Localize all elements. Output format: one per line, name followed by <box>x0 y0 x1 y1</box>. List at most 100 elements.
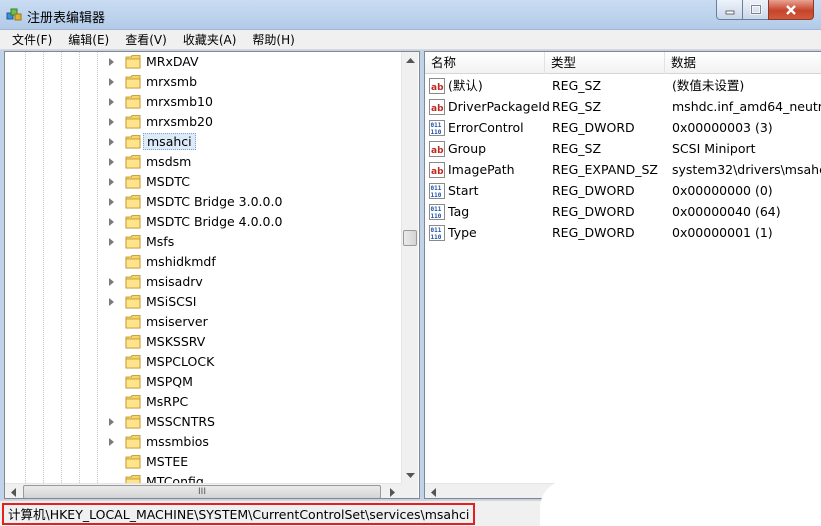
expand-arrow-icon[interactable] <box>109 278 114 286</box>
column-header-type[interactable]: 类型 <box>545 52 665 74</box>
tree-item[interactable]: MSTEE <box>5 452 401 472</box>
tree-item[interactable]: MRxDAV <box>5 52 401 72</box>
tree-item[interactable]: MSKSSRV <box>5 332 401 352</box>
expand-arrow-icon[interactable] <box>109 98 114 106</box>
value-row[interactable]: ab (默认) REG_SZ (数值未设置) <box>425 76 821 97</box>
menu-file[interactable]: 文件(F) <box>4 31 60 48</box>
minimize-button[interactable] <box>716 0 743 20</box>
value-data: 0x00000001 (1) <box>672 225 773 240</box>
tree-vertical-scrollbar[interactable] <box>401 52 418 484</box>
minimize-icon <box>725 10 734 14</box>
tree-item[interactable]: msisadrv <box>5 272 401 292</box>
binary-value-icon: 011 110 <box>429 183 445 199</box>
tree-scroll-thumb[interactable] <box>403 230 417 246</box>
expand-arrow-icon[interactable] <box>109 438 114 446</box>
tree-item[interactable]: mshidkmdf <box>5 252 401 272</box>
column-header-name[interactable]: 名称 <box>425 52 545 74</box>
folder-icon <box>125 334 141 349</box>
value-type: REG_SZ <box>552 99 602 114</box>
expand-arrow-icon[interactable] <box>109 58 114 66</box>
tree-item[interactable]: Msfs <box>5 232 401 252</box>
tree-item[interactable]: MSDTC <box>5 172 401 192</box>
value-row[interactable]: ab DriverPackageId REG_SZ mshdc.inf_amd64_n… <box>425 97 821 118</box>
menu-help[interactable]: 帮助(H) <box>244 31 302 48</box>
value-row[interactable]: 011 110 ErrorControl REG_DWORD 0x00000003 (3… <box>425 118 821 139</box>
tree-item[interactable]: MSSCNTRS <box>5 412 401 432</box>
svg-text:011: 011 <box>431 227 442 234</box>
tree-item[interactable]: mssmbios <box>5 432 401 452</box>
scrollbar-corner <box>401 483 418 498</box>
tree-item[interactable]: mrxsmb20 <box>5 112 401 132</box>
tree-item[interactable]: MSDTC Bridge 4.0.0.0 <box>5 212 401 232</box>
value-type: REG_EXPAND_SZ <box>552 162 658 177</box>
value-name: (默认) <box>448 78 483 93</box>
value-row[interactable]: 011 110 Tag REG_DWORD 0x00000040 (64) <box>425 202 821 223</box>
expand-arrow-icon[interactable] <box>109 418 114 426</box>
tree-item[interactable]: MSPQM <box>5 372 401 392</box>
value-type: REG_DWORD <box>552 120 635 135</box>
scroll-down-button[interactable] <box>402 467 419 484</box>
scroll-left-arrow-icon <box>430 488 436 497</box>
tree-item[interactable]: msahci <box>5 132 401 152</box>
close-button[interactable] <box>768 0 814 20</box>
tree-item[interactable]: mrxsmb10 <box>5 92 401 112</box>
menu-favorites[interactable]: 收藏夹(A) <box>175 31 245 48</box>
expand-arrow-icon[interactable] <box>109 178 114 186</box>
maximize-button[interactable] <box>742 0 769 20</box>
menu-view[interactable]: 查看(V) <box>117 31 175 48</box>
folder-icon <box>125 434 141 449</box>
scroll-up-button[interactable] <box>402 52 419 69</box>
tree-item[interactable]: MSiSCSI <box>5 292 401 312</box>
value-row[interactable]: ab ImagePath REG_EXPAND_SZ system32\drivers… <box>425 160 821 181</box>
scroll-left-button[interactable] <box>5 484 22 498</box>
tree-item[interactable]: msdsm <box>5 152 401 172</box>
values-scroll-left-button[interactable] <box>425 484 442 498</box>
tree-item[interactable]: mrxsmb <box>5 72 401 92</box>
string-value-icon: ab <box>429 141 445 157</box>
value-name: Tag <box>448 204 470 219</box>
tree-item[interactable]: msiserver <box>5 312 401 332</box>
tree-item[interactable]: MSDTC Bridge 3.0.0.0 <box>5 192 401 212</box>
expand-arrow-icon[interactable] <box>109 78 114 86</box>
svg-text:011: 011 <box>431 185 442 192</box>
tree-item-label: MSKSSRV <box>146 334 206 349</box>
tree-item-label: MSiSCSI <box>146 294 197 309</box>
svg-text:110: 110 <box>431 234 442 241</box>
registry-values-pane[interactable]: 名称 类型 数据 ab (默认) REG_SZ (数值未设置) ab DriverPack… <box>424 51 821 499</box>
value-row[interactable]: 011 110 Type REG_DWORD 0x00000001 (1) <box>425 223 821 244</box>
tree-item-label: msahci <box>143 133 196 150</box>
column-header-data[interactable]: 数据 <box>665 52 821 74</box>
expand-arrow-icon[interactable] <box>109 298 114 306</box>
folder-icon <box>125 154 141 169</box>
tree-horizontal-scrollbar[interactable]: III <box>5 483 401 498</box>
menu-edit[interactable]: 编辑(E) <box>60 31 117 48</box>
value-row[interactable]: 011 110 Start REG_DWORD 0x00000000 (0) <box>425 181 821 202</box>
folder-icon <box>125 54 141 69</box>
svg-text:ab: ab <box>431 104 444 114</box>
svg-text:110: 110 <box>431 213 442 220</box>
binary-value-icon: 011 110 <box>429 204 445 220</box>
svg-text:ab: ab <box>431 83 444 93</box>
tree-item[interactable]: MSPCLOCK <box>5 352 401 372</box>
folder-icon <box>125 274 141 289</box>
expand-arrow-icon[interactable] <box>109 118 114 126</box>
registry-tree-pane[interactable]: MRxDAV mrxsmb mrxsmb10 mrxsmb20 msahci msdsm M… <box>4 51 420 499</box>
tree-item-label: mrxsmb20 <box>146 114 213 129</box>
scroll-right-arrow-icon <box>389 488 395 497</box>
folder-icon <box>125 94 141 109</box>
tree-item[interactable]: MsRPC <box>5 392 401 412</box>
scroll-right-button[interactable] <box>384 484 401 498</box>
expand-arrow-icon[interactable] <box>109 218 114 226</box>
value-row[interactable]: ab Group REG_SZ SCSI Miniport <box>425 139 821 160</box>
tree-item-label: MRxDAV <box>146 54 199 69</box>
expand-arrow-icon[interactable] <box>109 138 114 146</box>
tree-item-label: MSTEE <box>146 454 189 469</box>
folder-icon <box>125 394 141 409</box>
expand-arrow-icon[interactable] <box>109 198 114 206</box>
expand-arrow-icon[interactable] <box>109 238 114 246</box>
folder-icon <box>125 314 141 329</box>
title-bar: 注册表编辑器 <box>0 0 821 30</box>
tree-hscroll-thumb[interactable]: III <box>23 485 381 498</box>
expand-arrow-icon[interactable] <box>109 158 114 166</box>
regedit-app-icon <box>6 8 22 21</box>
